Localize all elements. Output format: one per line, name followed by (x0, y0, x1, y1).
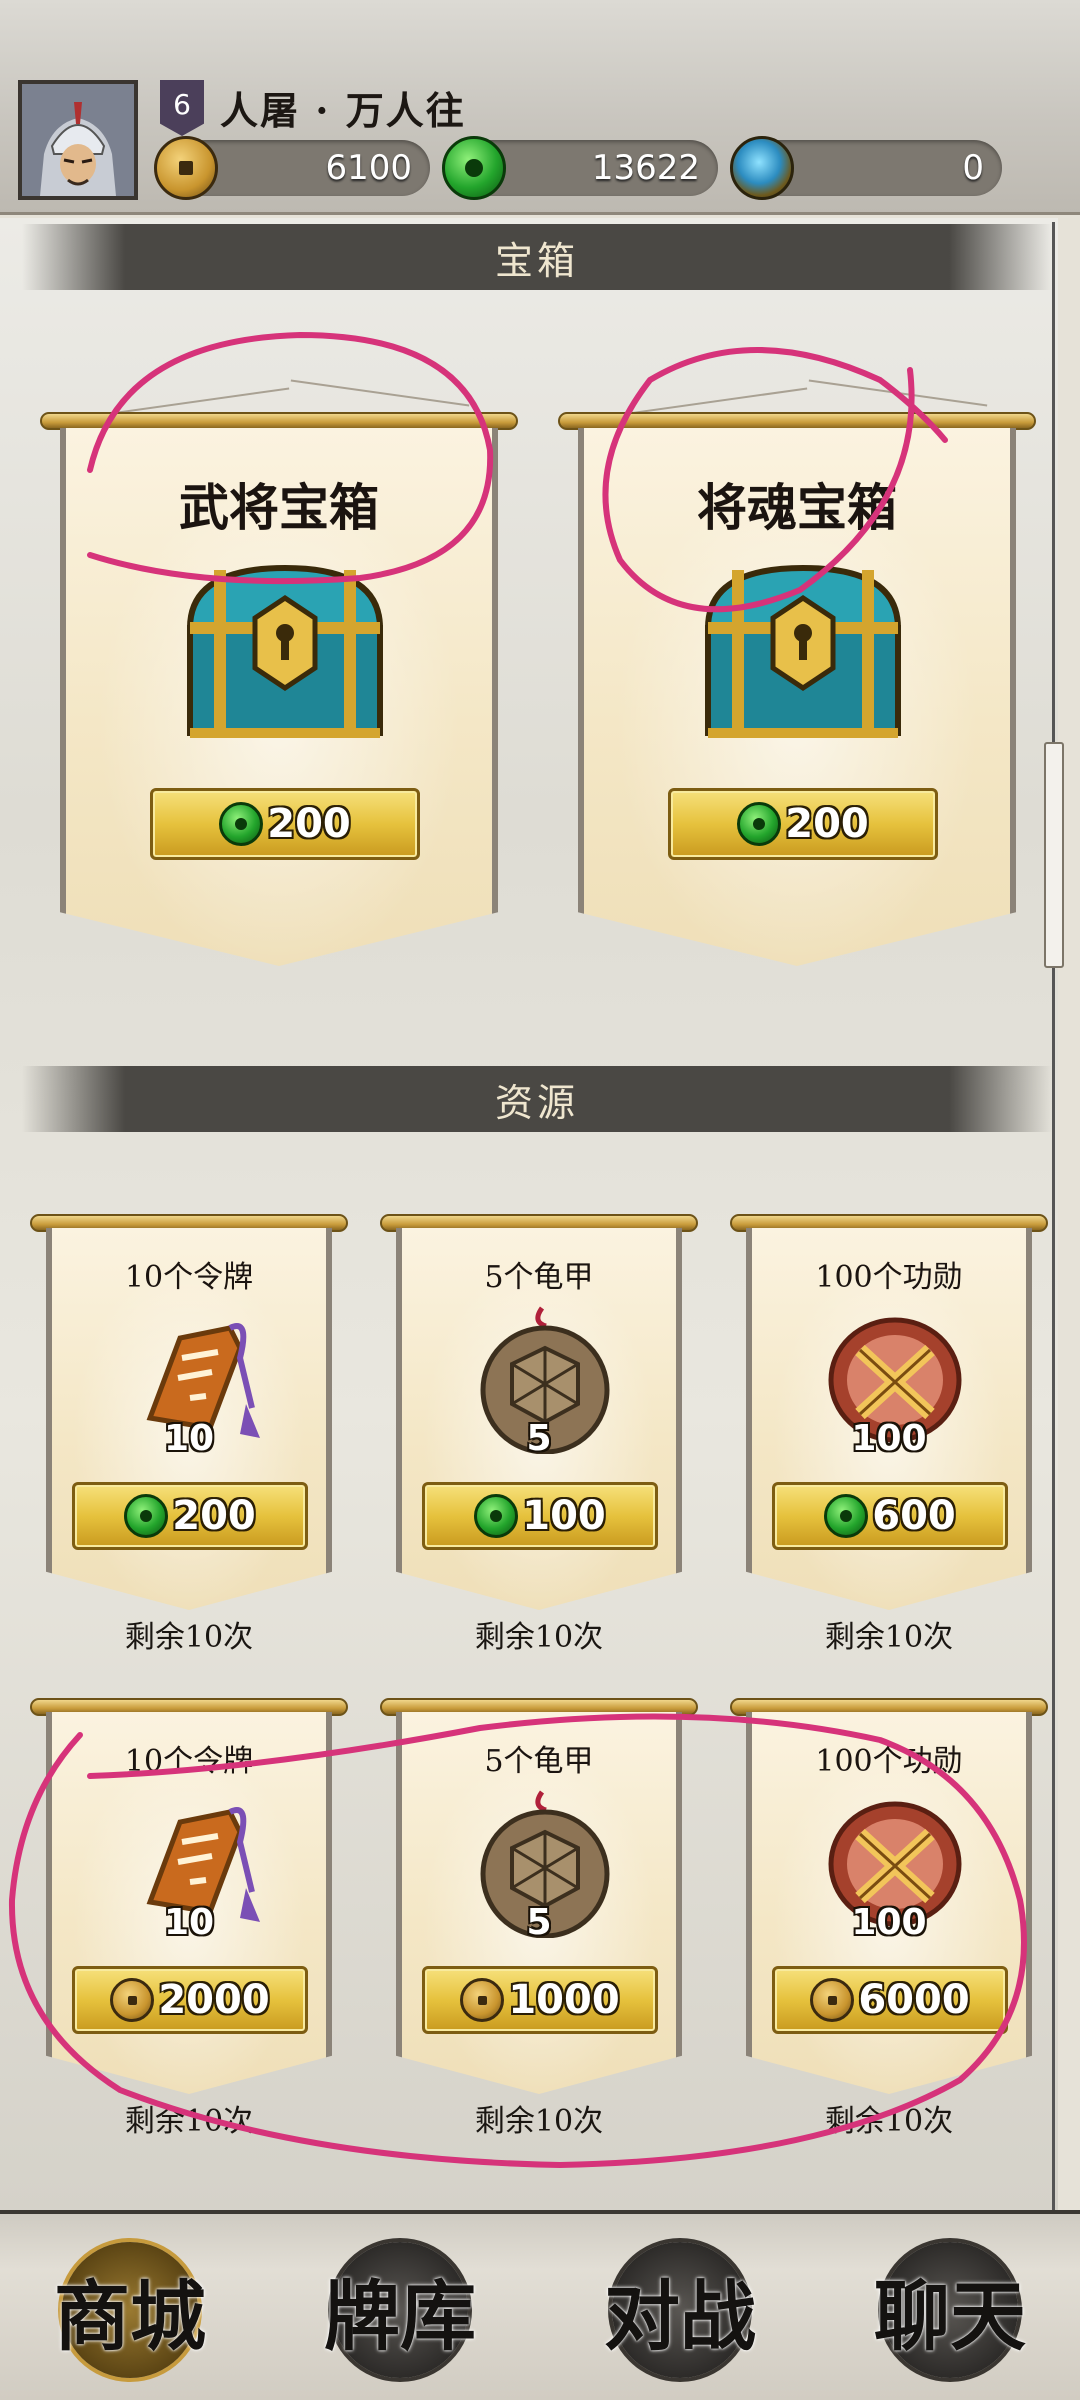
nav-tab-chat[interactable]: 聊天 (840, 2240, 1060, 2380)
copper-coin-icon (810, 1978, 855, 2022)
resource-title: 100个功勋 (815, 1744, 963, 1779)
coin-value: 6100 (325, 148, 412, 188)
chest-card-soul[interactable]: 将魂宝箱 200 (578, 428, 1016, 966)
scrollbar-track (1052, 222, 1055, 2210)
chest-card-general[interactable]: 武将宝箱 200 (60, 428, 498, 966)
item-quantity: 100 (851, 1902, 927, 1943)
jade-value: 13622 (591, 148, 700, 188)
chest-title: 将魂宝箱 (697, 478, 897, 537)
price-value: 200 (172, 1493, 256, 1539)
nav-tab-battle[interactable]: 对战 (570, 2240, 790, 2380)
player-avatar[interactable] (18, 80, 138, 200)
resource-title: 5个龟甲 (484, 1260, 594, 1295)
jade-coin-icon (442, 136, 506, 200)
nav-label: 对战 (604, 2272, 756, 2361)
resource-card-merit[interactable]: 100个功勋 100 600 (746, 1228, 1032, 1610)
gem-value: 0 (962, 148, 984, 188)
level-badge: 6 (160, 80, 204, 136)
copper-coin-icon (110, 1978, 155, 2022)
resource-card-merit[interactable]: 100个功勋 100 6000 (746, 1712, 1032, 2094)
resource-card-tokens[interactable]: 10个令牌 10 2000 (46, 1712, 332, 2094)
nav-label: 聊天 (874, 2272, 1026, 2361)
nav-tab-shop[interactable]: 商城 (20, 2240, 240, 2380)
buy-chest-button[interactable]: 200 (150, 788, 420, 860)
price-value: 6000 (858, 1977, 970, 2023)
resource-card-tortoise[interactable]: 5个龟甲 5 100 (396, 1228, 682, 1610)
resource-title: 5个龟甲 (484, 1744, 594, 1779)
resource-title: 10个令牌 (124, 1260, 254, 1295)
jade-coin-icon (737, 802, 782, 846)
jade-coin-icon (824, 1494, 869, 1538)
resource-card-tortoise[interactable]: 5个龟甲 5 1000 (396, 1712, 682, 2094)
section-title-resources: 资源 (22, 1066, 1052, 1132)
buy-resource-button[interactable]: 600 (772, 1482, 1008, 1550)
item-quantity: 5 (526, 1418, 552, 1459)
gem-balance[interactable]: 0 (730, 136, 1002, 200)
section-title-chests: 宝箱 (22, 224, 1052, 290)
item-quantity: 5 (526, 1902, 552, 1943)
jade-coin-icon (124, 1494, 169, 1538)
jade-coin-icon (219, 802, 264, 846)
chest-title: 武将宝箱 (179, 478, 379, 537)
price-value: 2000 (158, 1977, 270, 2023)
nav-label: 牌库 (324, 2272, 476, 2361)
buy-resource-button[interactable]: 6000 (772, 1966, 1008, 2034)
buy-resource-button[interactable]: 1000 (422, 1966, 658, 2034)
price-value: 200 (267, 801, 351, 847)
buy-resource-button[interactable]: 200 (72, 1482, 308, 1550)
coin-balance[interactable]: 6100 (154, 136, 430, 200)
scrollbar-thumb[interactable] (1044, 742, 1064, 968)
jade-balance[interactable]: 13622 (442, 136, 718, 200)
bottom-navigation: 商城 牌库 对战 聊天 (0, 2210, 1080, 2400)
nav-tab-card-library[interactable]: 牌库 (290, 2240, 510, 2380)
price-value: 1000 (508, 1977, 620, 2023)
item-quantity: 10 (163, 1902, 215, 1943)
banner-rod (558, 412, 1036, 430)
price-value: 100 (522, 1493, 606, 1539)
price-value: 600 (872, 1493, 956, 1539)
item-quantity: 100 (851, 1418, 927, 1459)
treasure-chest-icon (186, 564, 384, 738)
copper-coin-icon (154, 136, 218, 200)
player-name: 人屠 · 万人往 (220, 88, 466, 133)
remaining-purchases: 剩余10次 (474, 1620, 604, 1655)
resource-card-tokens[interactable]: 10个令牌 10 200 (46, 1228, 332, 1610)
remaining-purchases: 剩余10次 (474, 2104, 604, 2139)
buy-resource-button[interactable]: 100 (422, 1482, 658, 1550)
blue-gem-icon (730, 136, 794, 200)
remaining-purchases: 剩余10次 (824, 1620, 954, 1655)
top-status-bar: 6 人屠 · 万人往 6100 13622 0 (0, 0, 1080, 215)
item-quantity: 10 (163, 1418, 215, 1459)
general-helmet-portrait-icon (22, 84, 134, 196)
treasure-chest-icon (704, 564, 902, 738)
copper-coin-icon (460, 1978, 505, 2022)
resource-title: 10个令牌 (124, 1744, 254, 1779)
buy-chest-button[interactable]: 200 (668, 788, 938, 860)
buy-resource-button[interactable]: 2000 (72, 1966, 308, 2034)
jade-coin-icon (474, 1494, 519, 1538)
remaining-purchases: 剩余10次 (124, 1620, 254, 1655)
banner-rod (40, 412, 518, 430)
nav-label: 商城 (54, 2272, 206, 2361)
resource-title: 100个功勋 (815, 1260, 963, 1295)
remaining-purchases: 剩余10次 (824, 2104, 954, 2139)
price-value: 200 (785, 801, 869, 847)
remaining-purchases: 剩余10次 (124, 2104, 254, 2139)
